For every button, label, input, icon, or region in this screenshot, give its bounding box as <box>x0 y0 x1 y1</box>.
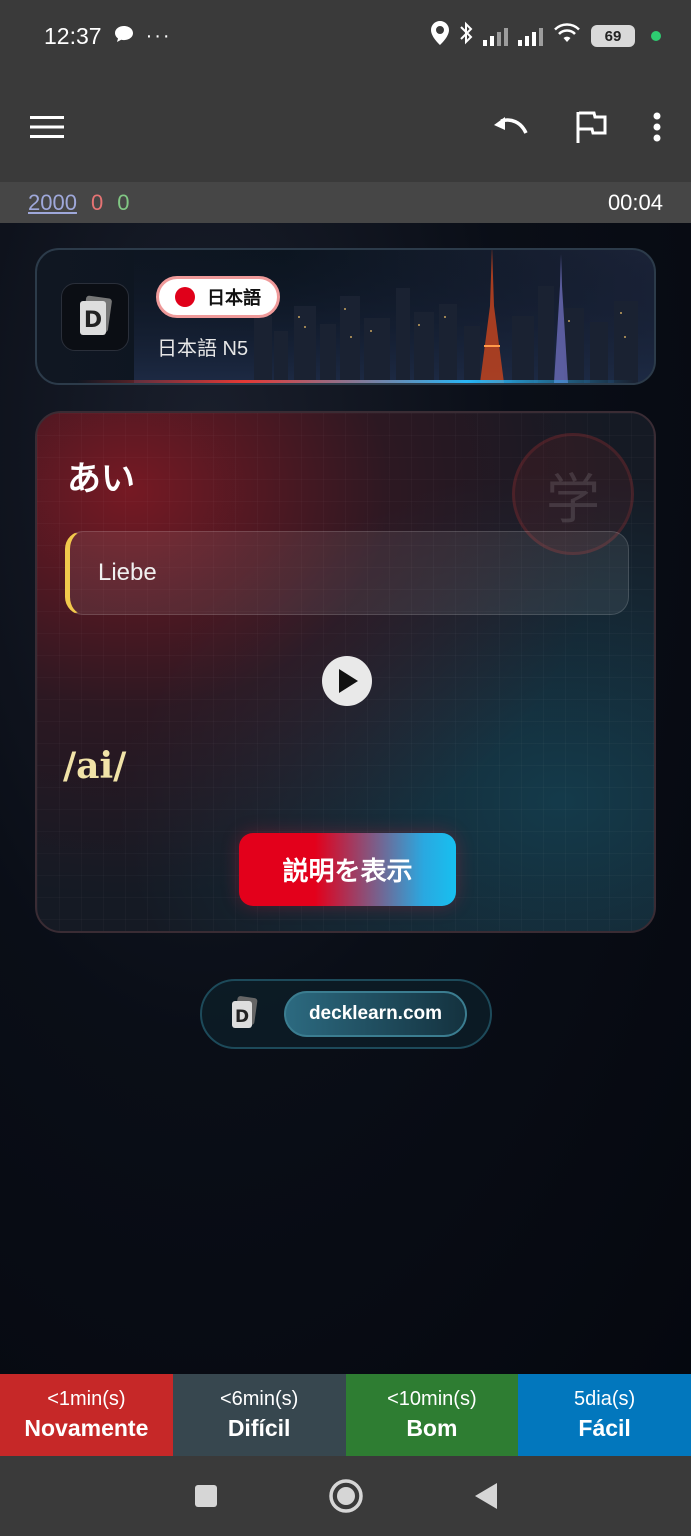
play-icon <box>339 669 358 693</box>
flashcard: 学 あい Liebe /ai/ 説明を表示 <box>35 411 656 933</box>
easy-label: Fácil <box>578 1415 631 1441</box>
card-viewer: D 日本語 日本語 N5 学 あい Liebe /ai/ 説明を表示 D dec… <box>0 223 691 1374</box>
privacy-indicator-dot <box>651 31 661 41</box>
bluetooth-icon <box>459 21 473 51</box>
status-time: 12:37 <box>44 22 102 49</box>
back-icon[interactable] <box>474 1482 498 1510</box>
answer-buttons: <1min(s) Novamente <6min(s) Difícil <10m… <box>0 1374 691 1456</box>
system-nav-bar <box>0 1456 691 1536</box>
hamburger-menu-icon[interactable] <box>30 115 64 139</box>
easy-button[interactable]: 5dia(s) Fácil <box>518 1374 691 1456</box>
chat-bubble-icon <box>114 25 134 48</box>
more-notifications-icon: ··· <box>145 24 172 47</box>
website-link[interactable]: decklearn.com <box>284 991 467 1037</box>
deck-logo: D <box>61 283 129 351</box>
app-toolbar <box>0 72 691 182</box>
language-label: 日本語 <box>207 288 261 308</box>
decklearn-logo: D <box>224 994 264 1034</box>
mobile-signal-icon <box>483 26 508 46</box>
card-meaning: Liebe <box>65 531 629 615</box>
svg-text:D: D <box>235 1007 249 1027</box>
good-interval: <10min(s) <box>387 1388 477 1410</box>
location-icon <box>431 21 449 51</box>
hard-button[interactable]: <6min(s) Difícil <box>172 1374 346 1456</box>
recents-icon[interactable] <box>194 1484 218 1508</box>
flag-icon[interactable] <box>575 110 607 144</box>
undo-icon[interactable] <box>491 115 529 139</box>
play-audio-button[interactable] <box>322 656 372 706</box>
status-bar: 12:37 ··· 69 <box>0 0 691 72</box>
home-icon[interactable] <box>328 1478 364 1514</box>
signal-strength-icon <box>518 26 543 46</box>
good-label: Bom <box>406 1415 458 1441</box>
japan-flag-icon <box>175 287 195 307</box>
wifi-icon <box>553 23 581 49</box>
card-counts-bar: 2000 0 0 00:04 <box>0 182 691 223</box>
again-label: Novamente <box>24 1415 149 1441</box>
hard-label: Difícil <box>227 1415 291 1441</box>
again-button[interactable]: <1min(s) Novamente <box>0 1374 173 1456</box>
hard-interval: <6min(s) <box>219 1388 299 1410</box>
easy-interval: 5dia(s) <box>574 1388 636 1410</box>
card-word: あい <box>67 460 135 498</box>
deck-header: D 日本語 日本語 N5 <box>35 248 656 385</box>
card-ipa: /ai/ <box>63 745 127 787</box>
website-banner: D decklearn.com <box>200 979 492 1049</box>
new-count[interactable]: 2000 <box>28 190 77 216</box>
show-explanation-button[interactable]: 説明を表示 <box>239 833 456 906</box>
learning-count: 0 <box>90 189 104 215</box>
card-timer: 00:04 <box>607 189 663 215</box>
svg-text:D: D <box>84 308 102 333</box>
language-badge: 日本語 <box>156 276 280 318</box>
header-divider <box>77 380 634 383</box>
review-count: 0 <box>117 189 130 215</box>
good-button[interactable]: <10min(s) Bom <box>345 1374 519 1456</box>
more-vertical-icon[interactable] <box>653 112 661 142</box>
again-interval: <1min(s) <box>47 1388 126 1410</box>
battery-icon: 69 <box>591 25 635 47</box>
deck-name: 日本語 N5 <box>157 338 249 360</box>
